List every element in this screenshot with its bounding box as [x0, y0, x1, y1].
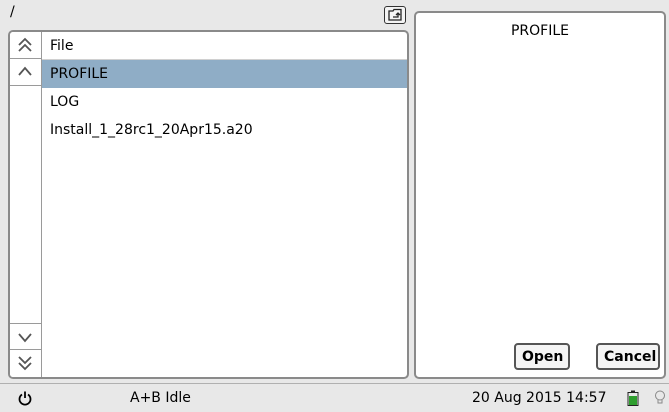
double-chevron-down-icon — [18, 356, 32, 371]
power-icon[interactable] — [17, 390, 33, 406]
scroll-up-button[interactable] — [10, 59, 41, 86]
file-name: Install_1_28rc1_20Apr15.a20 — [50, 122, 253, 138]
scroll-down-button[interactable] — [10, 323, 41, 350]
file-name: LOG — [50, 94, 80, 110]
scroll-column — [10, 32, 42, 377]
file-list: File PROFILE LOG Install_1_28rc1_20Apr15… — [42, 32, 407, 377]
up-directory-button[interactable] — [384, 6, 406, 24]
file-row[interactable]: LOG — [42, 88, 407, 116]
scroll-to-bottom-button[interactable] — [10, 350, 41, 377]
chevron-down-icon — [18, 333, 32, 343]
status-bar: A+B Idle 20 Aug 2015 14:57 — [0, 383, 669, 412]
chevron-up-icon — [18, 66, 32, 76]
file-name: PROFILE — [50, 66, 109, 82]
lightbulb-icon — [655, 390, 665, 404]
date-time: 20 Aug 2015 14:57 — [472, 390, 607, 406]
cancel-button[interactable]: Cancel — [596, 343, 660, 370]
file-row[interactable]: PROFILE — [42, 60, 407, 88]
preview-title: PROFILE — [510, 23, 570, 39]
double-chevron-up-icon — [18, 37, 32, 52]
column-header-file[interactable]: File — [42, 32, 407, 60]
file-row[interactable]: Install_1_28rc1_20Apr15.a20 — [42, 116, 407, 144]
folder-up-icon — [388, 8, 402, 21]
open-button[interactable]: Open — [514, 343, 570, 370]
scroll-to-top-button[interactable] — [10, 32, 41, 59]
current-path: / — [10, 4, 15, 20]
file-list-panel: File PROFILE LOG Install_1_28rc1_20Apr15… — [8, 30, 409, 379]
status-text: A+B Idle — [130, 390, 191, 406]
preview-panel: PROFILE Open Cancel — [414, 11, 666, 379]
battery-icon — [627, 390, 639, 406]
